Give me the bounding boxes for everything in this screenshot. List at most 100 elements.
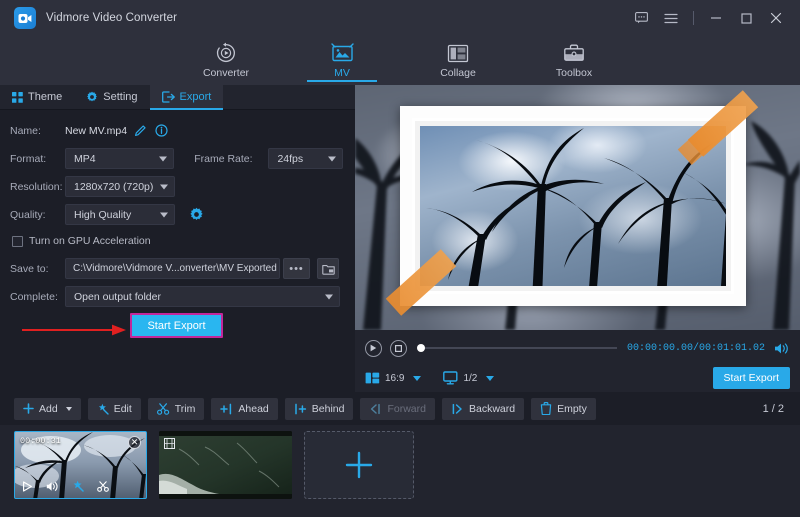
toolbar-add-button[interactable]: Add xyxy=(14,398,81,420)
gear-icon xyxy=(86,91,98,103)
toolbox-icon xyxy=(563,41,585,65)
saveto-value: C:\Vidmore\Vidmore V...onverter\MV Expor… xyxy=(73,263,277,274)
clip-effect-icon[interactable] xyxy=(72,480,84,495)
chevron-down-icon xyxy=(160,212,168,217)
clip-trim-icon[interactable] xyxy=(97,481,110,495)
tab-export[interactable]: Export xyxy=(150,85,224,109)
chevron-down-icon[interactable] xyxy=(413,376,421,381)
chevron-down-icon[interactable] xyxy=(66,407,72,411)
aspect-ratio-control[interactable]: 16:9 xyxy=(365,371,421,385)
chevron-down-icon[interactable] xyxy=(486,376,494,381)
saveto-row: Save to: C:\Vidmore\Vidmore V...onverter… xyxy=(10,257,343,280)
clip-play-icon[interactable] xyxy=(22,481,33,495)
clip-1-duration: 00:00:31 xyxy=(20,436,61,446)
nav-item-mv[interactable]: MV xyxy=(303,39,381,79)
framerate-select[interactable]: 24fps xyxy=(268,148,343,169)
stop-button[interactable] xyxy=(390,340,407,357)
toolbar-trim-label: Trim xyxy=(175,403,196,415)
feedback-icon[interactable] xyxy=(627,5,655,31)
magic-wand-icon xyxy=(97,403,109,415)
playback-row: 00:00:00.00/00:01:01.02 xyxy=(365,337,790,359)
resolution-value: 1280x720 (720p) xyxy=(74,181,153,193)
name-label: Name: xyxy=(10,125,65,137)
toolbar-add-label: Add xyxy=(39,403,58,415)
progress-knob[interactable] xyxy=(417,344,425,352)
collage-icon xyxy=(447,41,469,65)
toolbar-behind-button[interactable]: Behind xyxy=(285,398,354,420)
name-row: Name: New MV.mp4 xyxy=(10,119,343,142)
plus-icon xyxy=(23,403,34,414)
player-start-export-button[interactable]: Start Export xyxy=(713,367,790,389)
insert-behind-icon xyxy=(294,403,307,415)
complete-label: Complete: xyxy=(10,291,65,303)
toolbar-backward-button[interactable]: Backward xyxy=(442,398,524,420)
browse-label: ••• xyxy=(289,263,304,275)
gpu-acceleration-checkbox[interactable] xyxy=(12,236,23,247)
app-logo-icon xyxy=(14,7,36,29)
clip-2-thumbnail xyxy=(159,431,292,499)
clip-1-remove-icon[interactable]: ✕ xyxy=(128,436,141,449)
toolbar-ahead-button[interactable]: Ahead xyxy=(211,398,277,420)
nav-label-mv: MV xyxy=(334,67,350,79)
complete-value: Open output folder xyxy=(74,291,161,303)
close-icon[interactable] xyxy=(762,5,790,31)
volume-icon[interactable] xyxy=(774,342,790,355)
timecode-display: 00:00:00.00/00:01:01.02 xyxy=(627,343,765,354)
browse-button[interactable]: ••• xyxy=(283,258,310,279)
main-navigation: Converter MV C xyxy=(0,36,800,85)
resolution-label: Resolution: xyxy=(10,181,65,193)
menu-icon[interactable] xyxy=(657,5,685,31)
nav-label-collage: Collage xyxy=(440,67,476,79)
tab-theme[interactable]: Theme xyxy=(0,85,74,109)
sub-tab-bar: Theme Setting Export xyxy=(0,85,355,110)
move-backward-icon xyxy=(451,403,464,415)
name-value: New MV.mp4 xyxy=(65,125,127,137)
preview-photo-frame xyxy=(400,106,746,306)
nav-item-converter[interactable]: Converter xyxy=(187,39,265,79)
player-start-export-label: Start Export xyxy=(724,372,779,384)
resolution-select[interactable]: 1280x720 (720p) xyxy=(65,176,175,197)
progress-slider[interactable] xyxy=(419,347,617,349)
start-export-button[interactable]: Start Export xyxy=(130,313,223,338)
timeline-clip-1[interactable]: 00:00:31 ✕ xyxy=(14,431,147,499)
info-icon[interactable] xyxy=(155,124,168,137)
toolbar-empty-label: Empty xyxy=(557,403,587,415)
timeline-clip-2[interactable] xyxy=(159,431,292,499)
gpu-acceleration-row[interactable]: Turn on GPU Acceleration xyxy=(12,231,343,251)
chevron-down-icon xyxy=(159,156,167,161)
move-forward-icon xyxy=(369,403,382,415)
toolbar-edit-button[interactable]: Edit xyxy=(88,398,141,420)
clip-volume-icon[interactable] xyxy=(46,481,59,495)
zoom-level-control[interactable]: 1/2 xyxy=(443,371,494,385)
open-folder-button[interactable] xyxy=(317,258,339,279)
framerate-label: Frame Rate: xyxy=(194,153,268,165)
nav-item-collage[interactable]: Collage xyxy=(419,39,497,79)
advanced-settings-gear-icon[interactable] xyxy=(189,207,204,222)
quality-select[interactable]: High Quality xyxy=(65,204,175,225)
nav-item-toolbox[interactable]: Toolbox xyxy=(535,39,613,79)
add-clip-button[interactable] xyxy=(304,431,414,499)
pointer-arrow-annotation xyxy=(22,323,128,342)
close-glyph: ✕ xyxy=(131,437,139,448)
play-button[interactable] xyxy=(365,340,382,357)
saveto-input[interactable]: C:\Vidmore\Vidmore V...onverter\MV Expor… xyxy=(65,258,280,279)
folder-icon xyxy=(322,263,335,275)
player-options-row: 16:9 1/2 Start Export xyxy=(365,366,790,390)
complete-select[interactable]: Open output folder xyxy=(65,286,340,307)
edit-pencil-icon[interactable] xyxy=(134,124,147,137)
insert-ahead-icon xyxy=(220,403,233,415)
clip-toolbar: Add Edit Trim xyxy=(0,392,800,425)
player-controls-bar: 00:00:00.00/00:01:01.02 16:9 xyxy=(355,330,800,392)
maximize-icon[interactable] xyxy=(732,5,760,31)
tab-setting[interactable]: Setting xyxy=(74,85,149,109)
toolbar-forward-label: Forward xyxy=(387,403,426,415)
format-select[interactable]: MP4 xyxy=(65,148,174,169)
nav-label-toolbox: Toolbox xyxy=(556,67,592,79)
toolbar-trim-button[interactable]: Trim xyxy=(148,398,205,420)
trash-icon xyxy=(540,402,552,415)
toolbar-forward-button[interactable]: Forward xyxy=(360,398,435,420)
tab-export-label: Export xyxy=(180,91,212,103)
minimize-icon[interactable] xyxy=(702,5,730,31)
toolbar-empty-button[interactable]: Empty xyxy=(531,398,596,420)
video-preview[interactable] xyxy=(355,85,800,330)
